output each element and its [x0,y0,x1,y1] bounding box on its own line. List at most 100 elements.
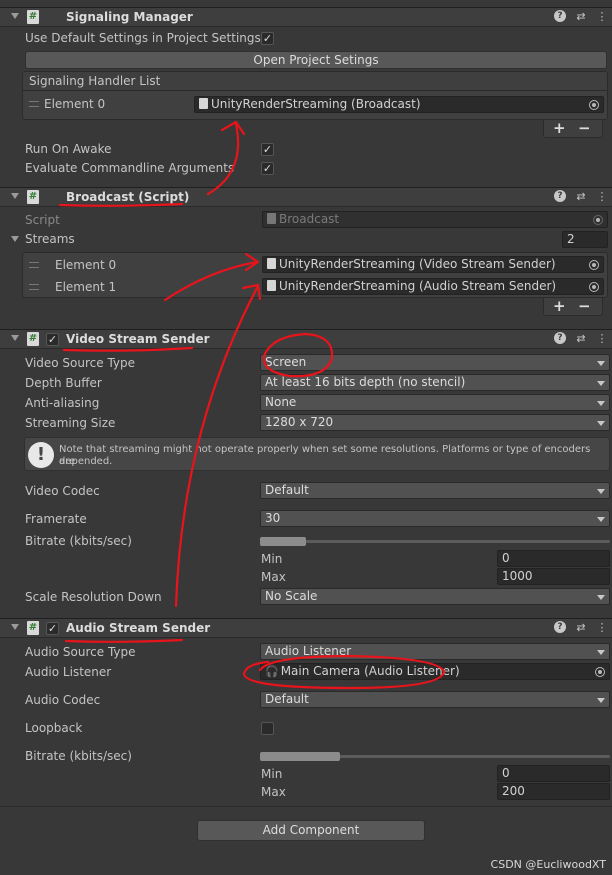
element-0-label: Element 0 [55,258,117,272]
add-element-button[interactable]: + [553,120,566,137]
streams-element-0-field[interactable]: UnityRenderStreaming (Video Stream Sende… [262,256,604,273]
video-source-type-dropdown[interactable]: Screen [260,354,610,371]
signaling-handler-element-0-field[interactable]: UnityRenderStreaming (Broadcast) [194,96,604,113]
add-component-button[interactable]: Add Component [197,820,425,841]
signaling-handler-list-label: Signaling Handler List [29,74,161,88]
remove-element-button[interactable]: − [578,120,591,137]
object-picker-icon[interactable] [589,282,599,292]
chevron-down-icon [597,650,605,655]
object-picker-icon [593,215,603,225]
audio-bitrate-max-label: Max [261,785,286,799]
component-title: Signaling Manager [66,10,193,24]
video-bitrate-slider-track[interactable] [260,540,610,543]
loopback-checkbox[interactable] [261,722,274,735]
object-picker-icon[interactable] [589,100,599,110]
object-picker-icon[interactable] [595,667,605,677]
script-file-icon [267,280,276,291]
remove-element-button[interactable]: − [578,298,591,315]
use-default-settings-label: Use Default Settings in Project Settings [25,31,261,45]
presets-icon[interactable]: ⇄ [575,621,587,635]
help-icon[interactable]: ? [554,332,566,344]
chevron-down-icon [597,517,605,522]
help-icon[interactable]: ? [554,10,566,22]
streams-count-field[interactable]: 2 [562,231,608,248]
audio-bitrate-min-field[interactable]: 0 [497,765,610,782]
script-field: Broadcast [262,211,608,228]
audio-codec-label: Audio Codec [25,693,101,707]
open-project-settings-button[interactable]: Open Project Setings [25,51,607,69]
chevron-down-icon [597,489,605,494]
fold-arrow-icon[interactable] [11,624,19,630]
framerate-label: Framerate [25,512,87,526]
anti-aliasing-label: Anti-aliasing [25,396,100,410]
anti-aliasing-dropdown[interactable]: None [260,394,610,411]
drag-handle-icon[interactable] [29,284,39,290]
component-enabled-checkbox[interactable]: ✓ [46,622,59,635]
more-options-icon[interactable]: ⋮ [596,190,608,204]
streaming-size-dropdown[interactable]: 1280 x 720 [260,414,610,431]
video-codec-dropdown[interactable]: Default [260,482,610,499]
video-bitrate-max-label: Max [261,570,286,584]
object-picker-icon[interactable] [589,260,599,270]
component-enabled-checkbox[interactable]: ✓ [46,333,59,346]
script-icon: # [27,10,39,24]
fold-arrow-icon[interactable] [11,335,19,341]
component-title: Video Stream Sender [66,332,210,346]
signaling-list-add-remove: + − [543,120,603,138]
presets-icon[interactable]: ⇄ [575,10,587,24]
use-default-settings-checkbox[interactable]: ✓ [261,32,274,45]
audio-bitrate-min-label: Min [261,767,283,781]
video-stream-sender-header[interactable]: # ✓ Video Stream Sender ? ⇄ ⋮ [0,329,612,349]
more-options-icon[interactable]: ⋮ [596,621,608,635]
component-title: Audio Stream Sender [66,621,211,635]
info-icon: ! [28,442,54,468]
presets-icon[interactable]: ⇄ [575,332,587,346]
script-label: Script [25,213,60,227]
depth-buffer-dropdown[interactable]: At least 16 bits depth (no stencil) [260,374,610,391]
fold-arrow-icon[interactable] [11,13,19,19]
signaling-manager-header[interactable]: # Signaling Manager ? ⇄ ⋮ [0,7,612,27]
video-bitrate-max-field[interactable]: 1000 [497,568,610,585]
video-codec-label: Video Codec [25,484,100,498]
script-icon: # [27,621,39,635]
help-icon[interactable]: ? [554,621,566,633]
streams-element-1-field[interactable]: UnityRenderStreaming (Audio Stream Sende… [262,278,604,295]
framerate-dropdown[interactable]: 30 [260,510,610,527]
chevron-down-icon [597,421,605,426]
run-on-awake-label: Run On Awake [25,142,112,156]
more-options-icon[interactable]: ⋮ [596,332,608,346]
more-options-icon[interactable]: ⋮ [596,10,608,24]
audio-listener-field[interactable]: 🎧 Main Camera (Audio Listener) [260,663,610,680]
audio-source-type-dropdown[interactable]: Audio Listener [260,643,610,660]
underline-audio-sender [64,638,184,643]
resolution-note-line-1: Note that streaming might not operate pr… [59,444,591,467]
drag-handle-icon[interactable] [29,262,39,268]
script-icon: # [27,190,39,204]
help-icon[interactable]: ? [554,190,566,202]
chevron-down-icon [597,698,605,703]
chevron-down-icon [597,595,605,600]
video-bitrate-label: Bitrate (kbits/sec) [25,534,132,548]
drag-handle-icon[interactable] [29,101,39,107]
chevron-down-icon [597,361,605,366]
video-bitrate-min-field[interactable]: 0 [497,550,610,567]
audio-codec-dropdown[interactable]: Default [260,691,610,708]
video-bitrate-slider-range[interactable] [260,537,306,546]
presets-icon[interactable]: ⇄ [575,190,587,204]
element-1-label: Element 1 [55,280,117,294]
audio-stream-sender-header[interactable]: # ✓ Audio Stream Sender ? ⇄ ⋮ [0,618,612,638]
evaluate-cmd-checkbox[interactable]: ✓ [261,162,274,175]
audio-bitrate-slider-range[interactable] [260,752,340,761]
fold-arrow-icon[interactable] [11,193,19,199]
video-source-type-label: Video Source Type [25,356,136,370]
streams-fold-arrow-icon[interactable] [11,236,19,242]
add-element-button[interactable]: + [553,298,566,315]
run-on-awake-checkbox[interactable]: ✓ [261,143,274,156]
component-title: Broadcast (Script) [66,190,190,204]
script-file-icon [199,98,208,109]
evaluate-cmd-label: Evaluate Commandline Arguments [25,161,235,175]
scale-resolution-dropdown[interactable]: No Scale [260,588,610,605]
broadcast-header[interactable]: # Broadcast (Script) ? ⇄ ⋮ [0,187,612,207]
headphones-icon: 🎧 [265,665,279,678]
audio-bitrate-max-field[interactable]: 200 [497,783,610,800]
